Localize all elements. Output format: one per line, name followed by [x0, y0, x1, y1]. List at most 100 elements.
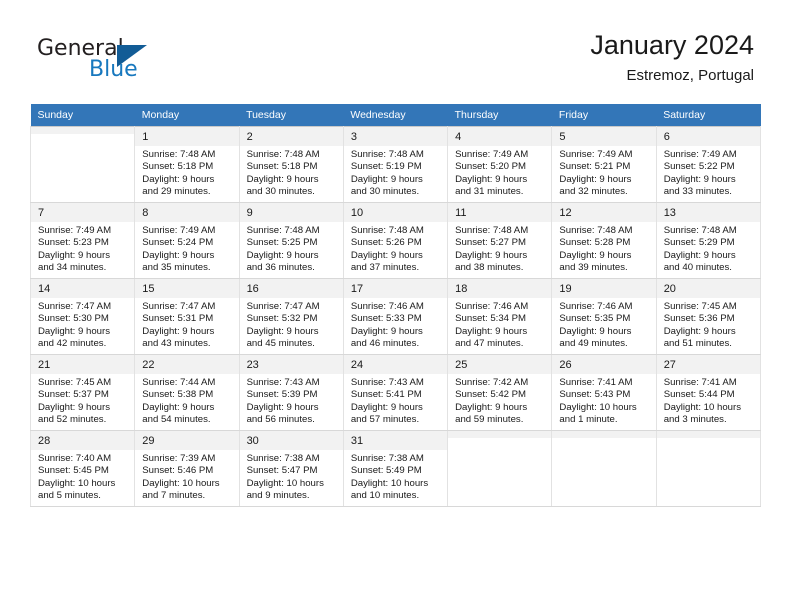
calendar-day-cell[interactable]: 13 Sunrise: 7:48 AM Sunset: 5:29 PM Dayligh…	[655, 202, 762, 279]
sunset-text: Sunset: 5:23 PM	[38, 237, 109, 249]
calendar-day-cell[interactable]: 22 Sunrise: 7:44 AM Sunset: 5:38 PM Dayligh…	[134, 354, 240, 431]
calendar-day-cell[interactable]: 28 Sunrise: 7:40 AM Sunset: 5:45 PM Dayligh…	[29, 430, 136, 507]
calendar-day-cell[interactable]: 20 Sunrise: 7:45 AM Sunset: 5:36 PM Dayligh…	[655, 278, 762, 355]
day-sun-info: Sunrise: 7:48 AM Sunset: 5:25 PM Daylight:…	[240, 222, 343, 275]
sunrise-text: Sunrise: 7:41 AM	[663, 377, 737, 388]
daylight-text-line1: Daylight: 9 hours	[663, 249, 736, 261]
sunset-text: Sunset: 5:42 PM	[455, 389, 527, 401]
sunset-text: Sunset: 5:29 PM	[663, 237, 735, 249]
calendar-body: 1 Sunrise: 7:48 AM Sunset: 5:18 PM Daylight…	[29, 126, 762, 507]
day-number: 9	[239, 203, 343, 222]
daylight-text-line1: Daylight: 9 hours	[142, 249, 215, 261]
day-number: 12	[552, 203, 656, 222]
sunrise-text: Sunrise: 7:48 AM	[350, 149, 424, 160]
sunset-text: Sunset: 5:41 PM	[350, 389, 422, 401]
calendar-day-cell[interactable]: 3 Sunrise: 7:48 AM Sunset: 5:19 PM Daylight…	[342, 126, 449, 203]
daylight-text-line2: and 30 minutes.	[246, 186, 315, 198]
sunset-text: Sunset: 5:45 PM	[38, 465, 109, 477]
calendar-day-cell[interactable]: 14 Sunrise: 7:47 AM Sunset: 5:30 PM Dayligh…	[29, 278, 136, 355]
day-number: 20	[656, 279, 760, 298]
sunset-text: Sunset: 5:33 PM	[350, 313, 422, 325]
calendar-week-row: 21 Sunrise: 7:45 AM Sunset: 5:37 PM Dayligh…	[29, 354, 762, 431]
sunrise-text: Sunrise: 7:48 AM	[246, 149, 320, 160]
day-sun-info: Sunrise: 7:39 AM Sunset: 5:46 PM Daylight:…	[135, 450, 238, 503]
sunrise-text: Sunrise: 7:48 AM	[455, 225, 529, 236]
calendar-day-cell[interactable]: 21 Sunrise: 7:45 AM Sunset: 5:37 PM Dayligh…	[29, 354, 136, 431]
daylight-text-line1: Daylight: 9 hours	[350, 249, 423, 261]
calendar-day-cell[interactable]: 30 Sunrise: 7:38 AM Sunset: 5:47 PM Dayligh…	[238, 430, 344, 507]
day-number	[448, 431, 552, 438]
daylight-text-line2: and 36 minutes.	[246, 262, 315, 274]
calendar-day-cell[interactable]: 17 Sunrise: 7:46 AM Sunset: 5:33 PM Dayligh…	[342, 278, 449, 355]
calendar-day-cell[interactable]: 27 Sunrise: 7:41 AM Sunset: 5:44 PM Dayligh…	[655, 354, 762, 431]
sunrise-text: Sunrise: 7:47 AM	[38, 301, 112, 312]
day-number: 6	[656, 127, 760, 146]
day-sun-info: Sunrise: 7:38 AM Sunset: 5:49 PM Daylight:…	[344, 450, 447, 503]
daylight-text-line2: and 31 minutes.	[455, 186, 524, 198]
daylight-text-line1: Daylight: 10 hours	[559, 401, 637, 413]
calendar-day-cell[interactable]: 29 Sunrise: 7:39 AM Sunset: 5:46 PM Dayligh…	[134, 430, 240, 507]
calendar-day-cell[interactable]: 23 Sunrise: 7:43 AM Sunset: 5:39 PM Dayligh…	[238, 354, 344, 431]
sunset-text: Sunset: 5:20 PM	[455, 161, 527, 173]
daylight-text-line2: and 56 minutes.	[246, 414, 315, 426]
weekday-header-row: Sunday Monday Tuesday Wednesday Thursday…	[30, 104, 761, 127]
calendar-day-cell[interactable]: 10 Sunrise: 7:48 AM Sunset: 5:26 PM Dayligh…	[342, 202, 449, 279]
calendar-day-cell[interactable]: 6 Sunrise: 7:49 AM Sunset: 5:22 PM Daylight…	[655, 126, 762, 203]
weekday-header-monday: Monday	[134, 104, 240, 127]
calendar-week-row: 28 Sunrise: 7:40 AM Sunset: 5:45 PM Dayligh…	[29, 430, 762, 507]
calendar-day-cell[interactable]: 31 Sunrise: 7:38 AM Sunset: 5:49 PM Dayligh…	[342, 430, 449, 507]
daylight-text-line1: Daylight: 9 hours	[350, 401, 423, 413]
sunset-text: Sunset: 5:35 PM	[559, 313, 631, 325]
calendar-day-cell[interactable]: 25 Sunrise: 7:42 AM Sunset: 5:42 PM Dayligh…	[447, 354, 553, 431]
day-sun-info: Sunrise: 7:40 AM Sunset: 5:45 PM Daylight:…	[31, 450, 134, 503]
calendar-day-cell[interactable]: 2 Sunrise: 7:48 AM Sunset: 5:18 PM Daylight…	[238, 126, 344, 203]
day-number: 5	[552, 127, 656, 146]
calendar-day-cell[interactable]: 5 Sunrise: 7:49 AM Sunset: 5:21 PM Daylight…	[551, 126, 657, 203]
calendar-day-cell[interactable]: 24 Sunrise: 7:43 AM Sunset: 5:41 PM Dayligh…	[342, 354, 449, 431]
daylight-text-line1: Daylight: 9 hours	[38, 249, 110, 261]
day-sun-info: Sunrise: 7:48 AM Sunset: 5:28 PM Daylight:…	[552, 222, 655, 275]
calendar-day-cell[interactable]: 9 Sunrise: 7:48 AM Sunset: 5:25 PM Daylight…	[238, 202, 344, 279]
day-number: 19	[552, 279, 656, 298]
daylight-text-line1: Daylight: 9 hours	[455, 173, 528, 185]
calendar-day-cell[interactable]: 15 Sunrise: 7:47 AM Sunset: 5:31 PM Dayligh…	[134, 278, 240, 355]
daylight-text-line2: and 42 minutes.	[38, 338, 107, 350]
sunrise-text: Sunrise: 7:46 AM	[350, 301, 424, 312]
daylight-text-line2: and 57 minutes.	[350, 414, 420, 426]
calendar-day-cell[interactable]: 11 Sunrise: 7:48 AM Sunset: 5:27 PM Dayligh…	[447, 202, 553, 279]
day-sun-info: Sunrise: 7:42 AM Sunset: 5:42 PM Daylight:…	[448, 374, 551, 427]
daylight-text-line1: Daylight: 9 hours	[455, 325, 528, 337]
sunset-text: Sunset: 5:37 PM	[38, 389, 109, 401]
day-number: 30	[239, 431, 343, 450]
daylight-text-line2: and 9 minutes.	[246, 490, 310, 502]
day-sun-info: Sunrise: 7:46 AM Sunset: 5:35 PM Daylight:…	[552, 298, 655, 351]
day-sun-info: Sunrise: 7:46 AM Sunset: 5:34 PM Daylight:…	[448, 298, 551, 351]
calendar-day-cell[interactable]: 1 Sunrise: 7:48 AM Sunset: 5:18 PM Daylight…	[134, 126, 240, 203]
day-number: 16	[239, 279, 343, 298]
day-number: 4	[448, 127, 552, 146]
calendar-day-cell[interactable]: 8 Sunrise: 7:49 AM Sunset: 5:24 PM Daylight…	[134, 202, 240, 279]
sunset-text: Sunset: 5:43 PM	[559, 389, 631, 401]
sunrise-text: Sunrise: 7:42 AM	[455, 377, 529, 388]
calendar-day-cell[interactable]: 7 Sunrise: 7:49 AM Sunset: 5:23 PM Daylight…	[29, 202, 136, 279]
day-sun-info: Sunrise: 7:49 AM Sunset: 5:24 PM Daylight:…	[135, 222, 238, 275]
calendar-day-cell[interactable]: 16 Sunrise: 7:47 AM Sunset: 5:32 PM Dayligh…	[238, 278, 344, 355]
day-number: 8	[135, 203, 239, 222]
calendar-day-cell[interactable]: 4 Sunrise: 7:49 AM Sunset: 5:20 PM Daylight…	[447, 126, 553, 203]
day-sun-info: Sunrise: 7:48 AM Sunset: 5:26 PM Daylight:…	[344, 222, 447, 275]
calendar-day-cell[interactable]: 19 Sunrise: 7:46 AM Sunset: 5:35 PM Dayligh…	[551, 278, 657, 355]
sunset-text: Sunset: 5:25 PM	[246, 237, 318, 249]
daylight-text-line2: and 1 minute.	[559, 414, 618, 426]
weekday-header-sunday: Sunday	[30, 104, 135, 127]
sunset-text: Sunset: 5:47 PM	[246, 465, 318, 477]
daylight-text-line2: and 43 minutes.	[142, 338, 211, 350]
sunrise-text: Sunrise: 7:47 AM	[246, 301, 320, 312]
day-number: 29	[135, 431, 239, 450]
calendar-day-cell[interactable]: 18 Sunrise: 7:46 AM Sunset: 5:34 PM Dayligh…	[447, 278, 553, 355]
sunset-text: Sunset: 5:18 PM	[246, 161, 318, 173]
calendar-day-cell[interactable]: 26 Sunrise: 7:41 AM Sunset: 5:43 PM Dayligh…	[551, 354, 657, 431]
sunrise-text: Sunrise: 7:46 AM	[455, 301, 529, 312]
sunset-text: Sunset: 5:18 PM	[142, 161, 214, 173]
sunrise-text: Sunrise: 7:41 AM	[559, 377, 633, 388]
calendar-day-cell[interactable]: 12 Sunrise: 7:48 AM Sunset: 5:28 PM Dayligh…	[551, 202, 657, 279]
